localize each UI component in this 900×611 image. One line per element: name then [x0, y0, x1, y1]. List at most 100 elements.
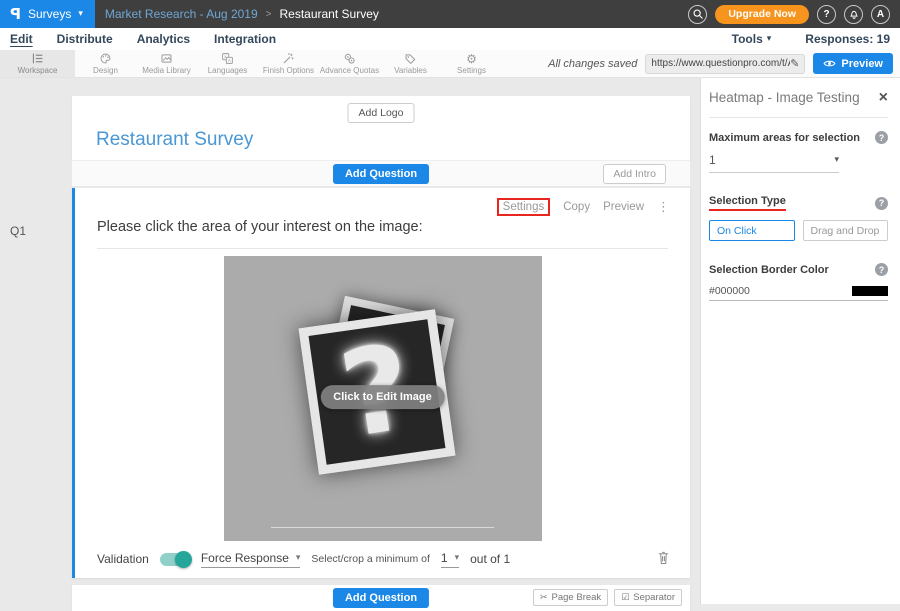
- border-color-label-row: Selection Border Color ?: [709, 263, 888, 276]
- toolbar-item-workspace[interactable]: Workspace: [0, 50, 75, 77]
- chevron-down-icon: ▾: [455, 553, 460, 563]
- add-intro-button[interactable]: Add Intro: [603, 164, 666, 184]
- breadcrumb-project-link[interactable]: Market Research - Aug 2019: [105, 7, 258, 21]
- max-areas-value: 1: [709, 153, 716, 167]
- add-question-button-top[interactable]: Add Question: [333, 164, 429, 184]
- bell-icon: [848, 8, 860, 20]
- tools-label: Tools: [732, 32, 763, 46]
- toolbar-item-languages[interactable]: xA Languages: [197, 50, 258, 77]
- chevron-down-icon: ▾: [78, 9, 83, 19]
- border-color-value: #000000: [709, 285, 750, 297]
- translate-icon: xA: [221, 52, 234, 65]
- survey-title[interactable]: Restaurant Survey: [96, 129, 253, 151]
- questionpro-logo-icon: P: [10, 5, 21, 23]
- help-icon[interactable]: ?: [875, 197, 888, 210]
- question-settings-panel: Heatmap - Image Testing × Maximum areas …: [700, 78, 900, 604]
- border-color-label: Selection Border Color: [709, 264, 829, 276]
- validation-toggle[interactable]: [160, 553, 190, 566]
- tab-edit[interactable]: Edit: [10, 32, 33, 46]
- workspace-icon: [31, 52, 44, 65]
- pencil-icon[interactable]: ✎: [790, 57, 799, 70]
- panel-title: Heatmap - Image Testing: [709, 90, 860, 105]
- on-click-option-button[interactable]: On Click: [709, 220, 795, 241]
- footer-right-group: ✂ Page Break ☑ Separator: [533, 589, 682, 606]
- top-header-bar: P Surveys ▾ Market Research - Aug 2019 >…: [0, 0, 900, 28]
- preview-button-label: Preview: [841, 58, 883, 70]
- responses-count[interactable]: Responses: 19: [805, 32, 890, 46]
- nav-right-group: Tools ▾ Responses: 19: [732, 32, 890, 46]
- click-to-edit-image-button[interactable]: Click to Edit Image: [320, 385, 444, 409]
- toolbar-item-design[interactable]: Design: [75, 50, 136, 77]
- add-logo-button[interactable]: Add Logo: [348, 103, 415, 123]
- selection-type-label-row: Selection Type ?: [709, 195, 888, 211]
- min-selection-value: 1: [441, 551, 448, 565]
- add-question-row: Add Question Add Intro: [72, 160, 690, 186]
- drag-and-drop-option-button[interactable]: Drag and Drop: [803, 220, 889, 241]
- help-icon[interactable]: ?: [875, 131, 888, 144]
- survey-url-box: ✎: [645, 54, 805, 74]
- panel-divider: [709, 117, 888, 118]
- image-icon: [160, 52, 173, 65]
- question-preview-action[interactable]: Preview: [603, 201, 644, 213]
- max-areas-label-row: Maximum areas for selection ?: [709, 131, 888, 144]
- breadcrumb: Market Research - Aug 2019 > Restaurant …: [105, 7, 379, 21]
- delete-question-button[interactable]: [657, 550, 670, 568]
- tab-distribute[interactable]: Distribute: [57, 32, 113, 46]
- toolbar-item-variables[interactable]: Variables: [380, 50, 441, 77]
- max-areas-dropdown[interactable]: 1 ▾: [709, 153, 839, 173]
- separator-button[interactable]: ☑ Separator: [614, 589, 682, 606]
- upgrade-now-button[interactable]: Upgrade Now: [715, 5, 809, 24]
- toolbar-right-group: All changes saved ✎ Preview: [548, 50, 900, 77]
- brand-menu-label: Surveys: [28, 7, 71, 21]
- tools-dropdown[interactable]: Tools ▾: [732, 32, 772, 46]
- editor-toolbar: Workspace Design Media Library xA Langua…: [0, 50, 900, 78]
- svg-text:A: A: [228, 58, 231, 63]
- border-color-picker[interactable]: #000000: [709, 285, 888, 301]
- toolbar-item-settings[interactable]: ⚙ Settings: [441, 50, 502, 77]
- brand-surveys-menu[interactable]: P Surveys ▾: [0, 0, 95, 28]
- page-break-button[interactable]: ✂ Page Break: [533, 589, 608, 606]
- chevron-down-icon: ▾: [834, 155, 839, 165]
- min-selection-dropdown[interactable]: 1 ▾: [441, 551, 459, 568]
- question-text[interactable]: Please click the area of your interest o…: [97, 219, 668, 249]
- help-button[interactable]: ?: [817, 5, 836, 24]
- help-icon[interactable]: ?: [875, 263, 888, 276]
- survey-header-card: Add Logo Restaurant Survey: [72, 96, 690, 160]
- separator-label: Separator: [633, 592, 675, 603]
- scissors-icon: ✂: [540, 593, 548, 603]
- heatmap-image-placeholder[interactable]: ? Click to Edit Image: [224, 256, 542, 541]
- breadcrumb-separator-icon: >: [266, 9, 272, 20]
- section-nav: Edit Distribute Analytics Integration To…: [0, 28, 900, 50]
- min-selection-prefix: Select/crop a minimum of: [311, 553, 429, 565]
- page-break-label: Page Break: [552, 592, 602, 603]
- border-color-swatch: [852, 286, 888, 296]
- panel-title-row: Heatmap - Image Testing ×: [709, 90, 888, 105]
- search-button[interactable]: [688, 5, 707, 24]
- add-question-button-bottom[interactable]: Add Question: [333, 588, 429, 608]
- validation-type-dropdown[interactable]: Force Response ▾: [201, 551, 301, 568]
- validation-label: Validation: [97, 552, 149, 566]
- question-actions: Settings Copy Preview ⋮: [497, 198, 670, 216]
- image-caption-line: [271, 527, 494, 528]
- kebab-menu-icon[interactable]: ⋮: [657, 200, 670, 215]
- eye-icon: [823, 59, 836, 68]
- max-areas-label: Maximum areas for selection: [709, 132, 860, 144]
- toolbar-item-advance-quotas[interactable]: Advance Quotas: [319, 50, 380, 77]
- chevron-down-icon: ▾: [296, 553, 301, 563]
- tag-icon: [404, 52, 417, 65]
- question-copy-action[interactable]: Copy: [563, 201, 590, 213]
- toolbar-item-finish-options[interactable]: Finish Options: [258, 50, 319, 77]
- validation-row: Validation Force Response ▾ Select/crop …: [75, 540, 690, 578]
- editor-main-area: Q1 Add Logo Restaurant Survey Add Questi…: [0, 78, 900, 604]
- toolbar-item-media-library[interactable]: Media Library: [136, 50, 197, 77]
- magic-wand-icon: [282, 52, 295, 65]
- notifications-button[interactable]: [844, 5, 863, 24]
- close-icon[interactable]: ×: [879, 91, 888, 105]
- survey-url-input[interactable]: [651, 58, 790, 69]
- tab-integration[interactable]: Integration: [214, 32, 276, 46]
- tab-analytics[interactable]: Analytics: [137, 32, 190, 46]
- question-settings-action[interactable]: Settings: [497, 198, 551, 216]
- preview-button[interactable]: Preview: [813, 53, 893, 74]
- avatar[interactable]: A: [871, 5, 890, 24]
- question-card: Settings Copy Preview ⋮ Please click the…: [72, 188, 690, 578]
